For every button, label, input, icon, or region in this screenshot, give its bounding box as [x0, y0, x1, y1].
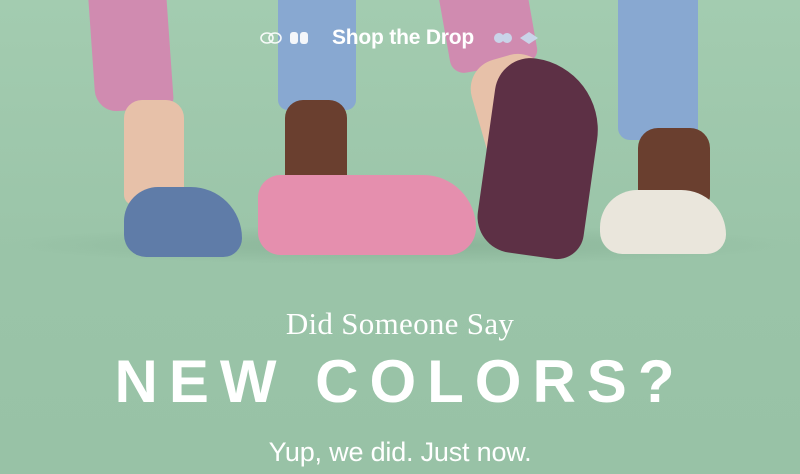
leg-legging-blue [278, 0, 356, 110]
socks-logo-icon [492, 31, 514, 45]
socks-logo-icon [288, 31, 310, 45]
bee-logo-icon [260, 31, 282, 45]
hero-tagline: Yup, we did. Just now. [268, 437, 532, 467]
shop-the-drop-link[interactable]: Shop the Drop [332, 26, 474, 50]
hero-subhead: Did Someone Say [285, 306, 515, 341]
shop-the-drop-bar: Shop the Drop [0, 23, 800, 53]
sock-cream-image [600, 190, 726, 254]
leg-legging-blue [618, 0, 698, 140]
leg-legging-pink [87, 0, 175, 113]
sock-blue-image [124, 187, 242, 257]
hero-headline: NEW COLORS? [114, 348, 686, 415]
sock-pink-image [258, 175, 476, 255]
bee-logo-icon [518, 31, 540, 45]
